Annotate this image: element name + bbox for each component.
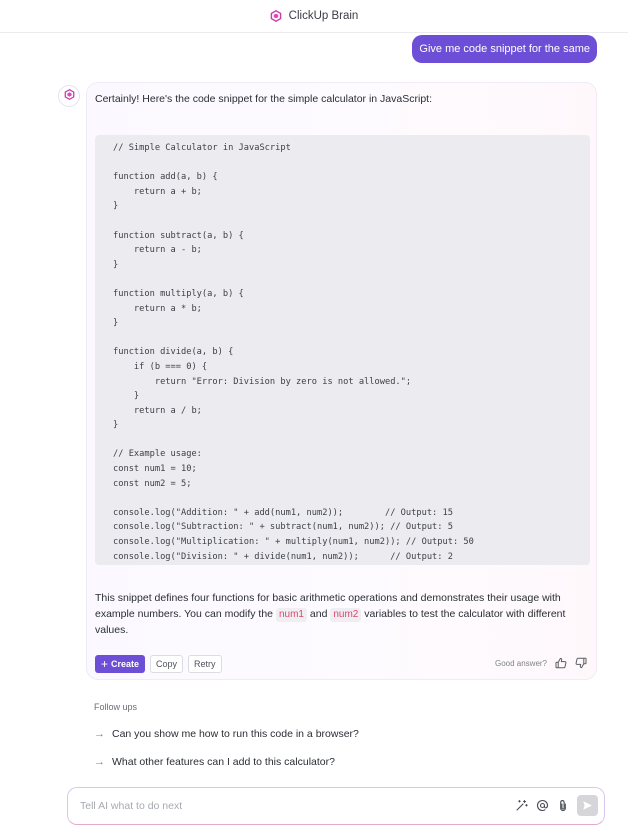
followups-heading: Follow ups <box>94 702 138 712</box>
inline-code-num2: num2 <box>330 608 362 622</box>
ai-avatar <box>58 85 80 107</box>
retry-button-label: Retry <box>194 659 216 669</box>
thumbs-down-icon[interactable] <box>575 657 587 669</box>
clickup-brain-icon <box>64 87 75 105</box>
copy-button[interactable]: Copy <box>150 655 184 673</box>
magic-wand-icon[interactable] <box>515 799 528 812</box>
followup-label: Can you show me how to run this code in … <box>112 728 359 740</box>
attachment-icon[interactable] <box>557 799 569 812</box>
chat-header: ClickUp Brain <box>0 0 628 33</box>
create-button[interactable]: + Create <box>95 655 146 673</box>
message-input[interactable] <box>80 796 480 816</box>
clickup-brain-icon <box>270 10 282 22</box>
code-snippet: // Simple Calculator in JavaScript funct… <box>113 143 474 562</box>
followup-item[interactable]: → Can you show me how to run this code i… <box>94 726 359 742</box>
answer-feedback: Good answer? <box>495 657 587 669</box>
thumbs-up-icon[interactable] <box>555 657 567 669</box>
mention-icon[interactable] <box>536 799 549 812</box>
response-actions: + Create Copy Retry <box>95 655 222 673</box>
code-block: // Simple Calculator in JavaScript funct… <box>95 135 590 565</box>
arrow-right-icon: → <box>94 728 105 740</box>
inline-code-num1: num1 <box>275 608 307 622</box>
send-button[interactable] <box>577 795 598 816</box>
followup-label: What other features can I add to this ca… <box>112 756 335 768</box>
message-composer <box>67 787 605 825</box>
send-icon <box>582 800 593 811</box>
ai-response-intro: Certainly! Here's the code snippet for t… <box>95 93 432 105</box>
create-button-label: Create <box>111 659 140 669</box>
copy-button-label: Copy <box>156 659 178 669</box>
ai-response-card: Certainly! Here's the code snippet for t… <box>86 82 597 680</box>
retry-button[interactable]: Retry <box>188 655 222 673</box>
plus-icon: + <box>101 657 109 671</box>
composer-tools <box>515 795 598 816</box>
user-message: Give me code snippet for the same <box>412 35 597 63</box>
arrow-right-icon: → <box>94 756 105 768</box>
followup-item[interactable]: → What other features can I add to this … <box>94 754 335 770</box>
feedback-question: Good answer? <box>494 658 547 668</box>
summary-text: and <box>306 608 331 620</box>
page-title: ClickUp Brain <box>288 10 359 22</box>
ai-response-summary: This snippet defines four functions for … <box>95 590 589 638</box>
